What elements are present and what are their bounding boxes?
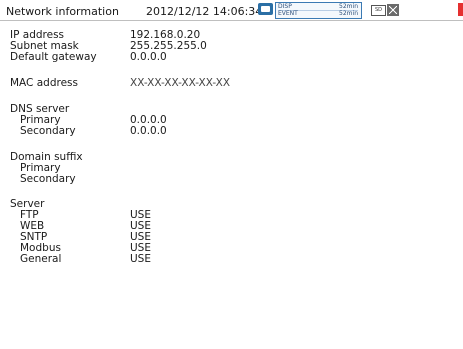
sd-card-icon: SD <box>371 5 386 16</box>
memory-status: DISP 52min EVENT 52min <box>275 2 362 19</box>
page-title: Network information <box>6 5 119 18</box>
memory-disp-label: DISP <box>278 3 292 10</box>
server-general-label: General <box>20 253 62 265</box>
default-gateway-value: 0.0.0.0 <box>130 51 167 63</box>
dns-secondary-value: 0.0.0.0 <box>130 125 167 137</box>
default-gateway-label: Default gateway <box>10 51 97 63</box>
domain-suffix-secondary-label: Secondary <box>20 173 76 185</box>
memory-event-label: EVENT <box>278 10 298 17</box>
memory-disp-value: 52min <box>339 3 358 10</box>
mac-address-value: XX-XX-XX-XX-XX-XX <box>130 77 231 89</box>
memory-event-value: 52min <box>339 10 358 17</box>
memory-event-row: EVENT 52min <box>278 10 358 17</box>
memory-icon <box>258 3 273 15</box>
datetime-display: 2012/12/12 14:06:34 <box>146 5 263 18</box>
status-bar: Network information 2012/12/12 14:06:34 … <box>0 0 463 21</box>
usb-icon <box>387 4 399 16</box>
dns-secondary-label: Secondary <box>20 125 76 137</box>
alarm-indicator-icon <box>458 3 463 16</box>
server-general-value: USE <box>130 253 151 265</box>
mac-address-label: MAC address <box>10 77 78 89</box>
network-info-panel: IP address 192.168.0.20 Subnet mask 255.… <box>0 20 463 349</box>
